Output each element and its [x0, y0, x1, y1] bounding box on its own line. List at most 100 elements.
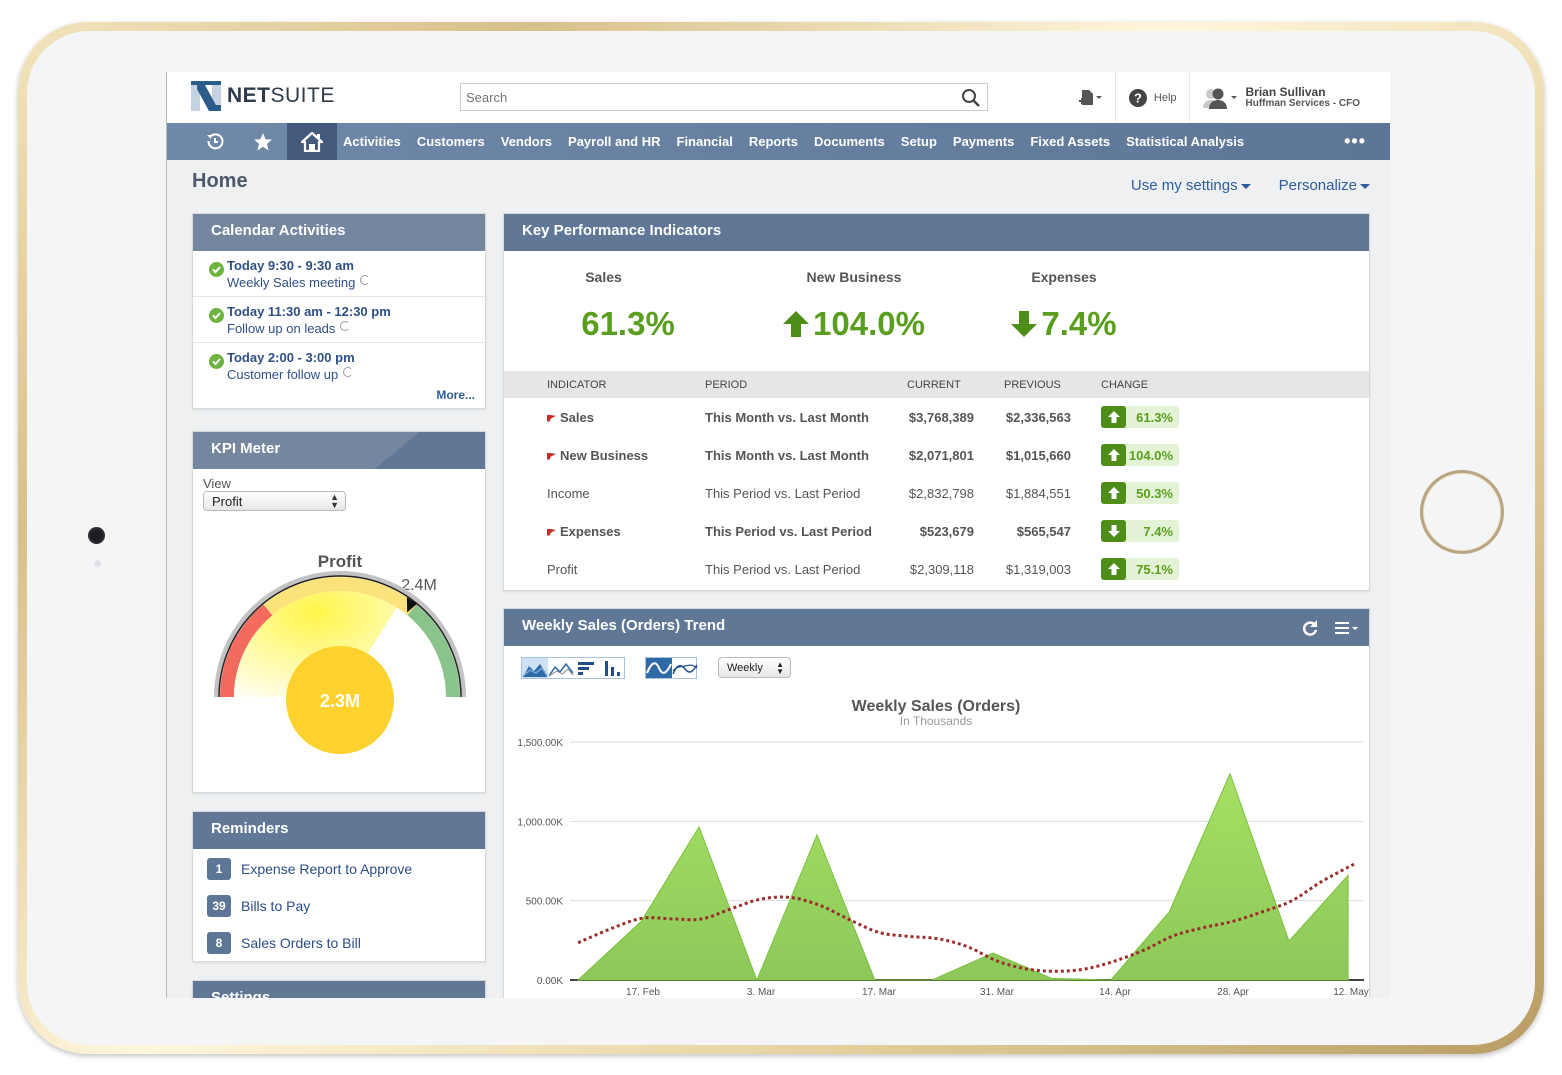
sales-point[interactable] — [992, 953, 993, 954]
area-chart-button[interactable] — [522, 658, 548, 678]
calendar-item-time[interactable]: Today 2:00 - 3:00 pm — [227, 350, 485, 365]
arrow-up-icon — [1101, 558, 1126, 580]
nav-customers[interactable]: Customers — [409, 134, 493, 149]
kpi-period: This Period vs. Last Period — [705, 485, 861, 501]
calendar-item-title[interactable]: Weekly Sales meeting — [227, 275, 355, 290]
kpi-indicator[interactable]: Profit — [547, 550, 705, 588]
line-chart-button[interactable] — [548, 658, 574, 678]
kpi-period: This Period vs. Last Period — [705, 561, 861, 577]
user-avatar-icon — [1202, 88, 1237, 109]
create-new-button[interactable] — [1065, 72, 1115, 123]
calendar-item-title[interactable]: Follow up on leads — [227, 321, 335, 336]
calendar-item[interactable]: Today 11:30 am - 12:30 pm Follow up on l… — [193, 297, 485, 343]
kpi-table-row[interactable]: New Business This Month vs. Last Month $2,… — [504, 436, 1369, 474]
sales-point[interactable] — [817, 834, 818, 835]
col-previous[interactable]: PREVIOUS — [1004, 371, 1101, 398]
svg-text:?: ? — [1134, 90, 1142, 105]
kpi-indicator[interactable]: Expenses — [547, 512, 705, 550]
calendar-item[interactable]: Today 9:30 - 9:30 am Weekly Sales meetin… — [193, 251, 485, 297]
search-icon[interactable] — [961, 88, 981, 108]
calendar-item[interactable]: Today 2:00 - 3:00 pm Customer follow up — [193, 343, 485, 388]
sales-point[interactable] — [578, 980, 579, 981]
sales-point[interactable] — [1289, 941, 1290, 942]
kpi-indicator[interactable]: Income — [547, 474, 705, 512]
calendar-item-title[interactable]: Customer follow up — [227, 367, 338, 382]
reminder-count: 8 — [207, 931, 231, 954]
search-input[interactable] — [461, 84, 941, 110]
nav-financial[interactable]: Financial — [669, 134, 741, 149]
nav-payroll-hr[interactable]: Payroll and HR — [560, 134, 668, 149]
nav-activities[interactable]: Activities — [337, 134, 409, 149]
reminder-item[interactable]: 39 Bills to Pay — [193, 887, 485, 924]
tablet-home-button[interactable] — [1420, 470, 1504, 554]
calendar-item-time[interactable]: Today 9:30 - 9:30 am — [227, 258, 485, 273]
sales-point[interactable] — [1051, 978, 1052, 979]
col-current[interactable]: CURRENT — [907, 371, 1004, 398]
kpi-table-row[interactable]: Income This Period vs. Last Period $2,832,… — [504, 474, 1369, 512]
check-circle-icon — [209, 354, 224, 369]
sales-point[interactable] — [874, 980, 875, 981]
col-change[interactable]: CHANGE — [1101, 371, 1369, 398]
kpi-indicator-label: Sales — [560, 409, 594, 425]
nav-vendors[interactable]: Vendors — [493, 134, 560, 149]
use-my-settings-dropdown[interactable]: Use my settings — [1131, 177, 1251, 194]
reminder-label[interactable]: Bills to Pay — [241, 898, 310, 914]
page-actions: Use my settings Personalize — [1131, 177, 1370, 194]
calendar-item-time[interactable]: Today 11:30 am - 12:30 pm — [227, 304, 485, 319]
x-tick-label: 31. Mar — [980, 987, 1015, 998]
nav-recent[interactable] — [191, 123, 239, 160]
chart-title: Weekly Sales (Orders) — [852, 698, 1021, 715]
reminder-item[interactable]: 8 Sales Orders to Bill — [193, 924, 485, 961]
refresh-icon[interactable] — [1301, 619, 1319, 637]
kpi-indicator[interactable]: Sales — [547, 398, 705, 436]
kpi-summary-value: 61.3% — [581, 305, 675, 343]
kpi-table-row[interactable]: Profit This Period vs. Last Period $2,309,… — [504, 550, 1369, 588]
help-button[interactable]: ? Help — [1114, 72, 1189, 123]
kpi-indicator-label: Income — [547, 485, 590, 501]
sales-point[interactable] — [641, 921, 642, 922]
interval-select[interactable]: Weekly ▲ ▼ — [718, 657, 791, 678]
nav-documents[interactable]: Documents — [806, 134, 893, 149]
column-chart-button[interactable] — [600, 658, 626, 678]
reminder-label[interactable]: Expense Report to Approve — [241, 861, 412, 877]
wave-trend-button[interactable] — [672, 658, 698, 678]
calendar-more-link[interactable]: More... — [436, 388, 475, 402]
kpi-table-row[interactable]: Sales This Month vs. Last Month $3,768,389… — [504, 398, 1369, 436]
nav-fixed-assets[interactable]: Fixed Assets — [1022, 134, 1118, 149]
sales-point[interactable] — [1169, 911, 1170, 912]
nav-more-button[interactable]: ••• — [1344, 131, 1366, 152]
sales-point[interactable] — [1110, 980, 1111, 981]
smooth-trend-button[interactable] — [646, 658, 672, 678]
col-period[interactable]: PERIOD — [705, 371, 907, 398]
kpi-indicator[interactable]: New Business — [547, 436, 705, 474]
sales-point[interactable] — [1230, 773, 1231, 774]
sales-point[interactable] — [699, 826, 700, 827]
use-my-settings-label: Use my settings — [1130, 177, 1238, 194]
sales-point[interactable] — [1348, 875, 1349, 876]
app-screen: NETSUITE ? Help Brian Sullivan Huffman S… — [166, 72, 1390, 998]
global-search[interactable] — [460, 83, 988, 111]
kpi-table-row[interactable]: Expenses This Period vs. Last Period $523,… — [504, 512, 1369, 550]
user-menu[interactable]: Brian Sullivan Huffman Services - CFO — [1188, 72, 1390, 123]
menu-icon[interactable] — [1335, 621, 1359, 635]
reminder-label[interactable]: Sales Orders to Bill — [241, 935, 361, 951]
personalize-dropdown[interactable]: Personalize — [1279, 177, 1370, 194]
netsuite-logo[interactable]: NETSUITE — [191, 81, 335, 111]
sales-point[interactable] — [756, 980, 757, 981]
sales-point[interactable] — [932, 980, 933, 981]
nav-reports[interactable]: Reports — [741, 134, 806, 149]
kpi-summary: Sales 61.3% New Business 104.0% Expenses… — [504, 251, 1369, 371]
settings-title[interactable]: Settings — [193, 981, 485, 998]
profit-gauge: Profit 2.4M 2.3M — [214, 552, 466, 754]
reminder-item[interactable]: 1 Expense Report to Approve — [193, 850, 485, 887]
nav-payments[interactable]: Payments — [945, 134, 1022, 149]
kpi-current: $3,768,389 — [908, 409, 974, 425]
nav-home[interactable] — [287, 123, 337, 160]
select-arrows-icon: ▲ ▼ — [776, 659, 784, 676]
kpi-view-select[interactable]: Profit ▲ ▼ — [203, 491, 346, 511]
col-indicator[interactable]: INDICATOR — [547, 371, 705, 398]
bar-chart-button[interactable] — [574, 658, 600, 678]
nav-statistical-analysis[interactable]: Statistical Analysis — [1118, 134, 1252, 149]
nav-favorites[interactable] — [239, 123, 287, 160]
nav-setup[interactable]: Setup — [893, 134, 945, 149]
